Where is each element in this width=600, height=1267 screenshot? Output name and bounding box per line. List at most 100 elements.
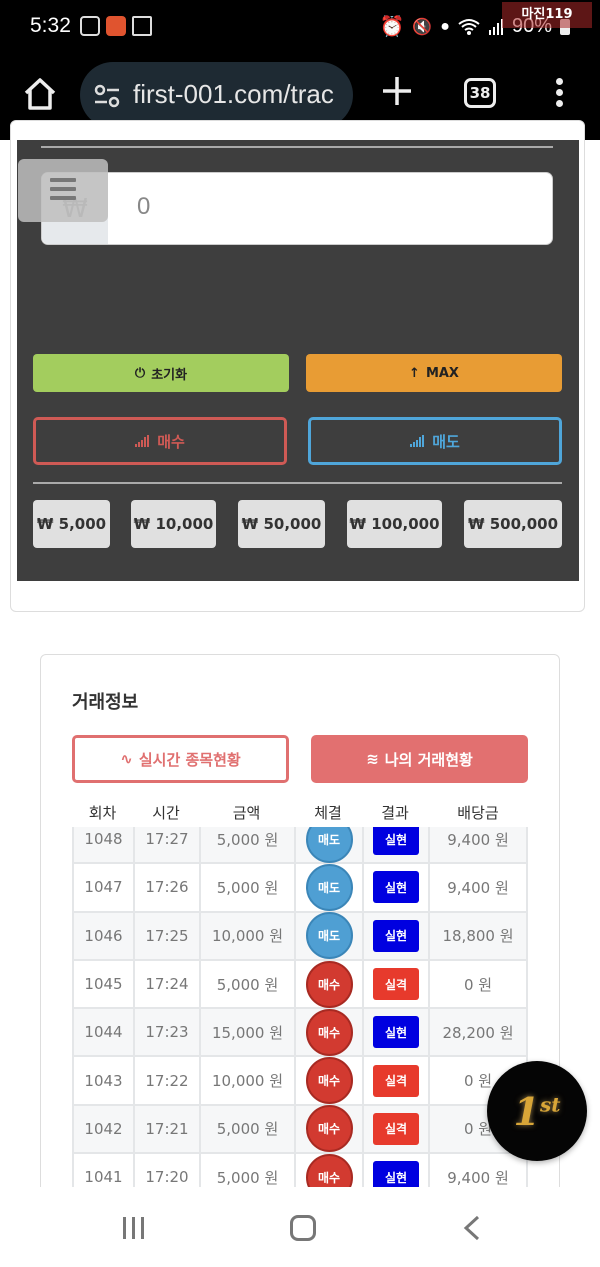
cell-result: 실현 bbox=[362, 1009, 428, 1056]
amount-input[interactable]: ₩ 0 bbox=[41, 172, 553, 245]
cell-time: 17:25 bbox=[133, 912, 199, 959]
signal-bars-icon bbox=[410, 435, 425, 447]
deeat-app-icon bbox=[106, 16, 126, 36]
cell-time: 17:23 bbox=[133, 1009, 199, 1056]
side-badge: 매수 bbox=[305, 1008, 353, 1056]
pulse-icon: ∿ bbox=[120, 750, 133, 768]
cell-round: 1048 bbox=[72, 827, 133, 863]
tab-realtime-status[interactable]: ∿ 실시간 종목현황 bbox=[72, 735, 289, 783]
result-badge: 실현 bbox=[373, 1016, 419, 1049]
notification-icons bbox=[80, 16, 152, 36]
location-icon: ● bbox=[440, 17, 450, 35]
mute-icon: 🔇 bbox=[412, 18, 433, 36]
result-badge: 실현 bbox=[373, 1161, 419, 1187]
brand-logo: 1st bbox=[513, 1088, 561, 1134]
cell-round: 1041 bbox=[72, 1154, 133, 1187]
system-nav-bar bbox=[0, 1187, 600, 1267]
url-text[interactable]: first-001.com/trac bbox=[133, 79, 345, 110]
cell-result: 실현 bbox=[362, 912, 428, 959]
cell-side: 매수 bbox=[294, 1008, 362, 1056]
phone-screen: 5:32 ⏰ 🔇 ● 90% 마진119 first-001.com/trac … bbox=[0, 0, 600, 1267]
side-badge: 매도 bbox=[305, 827, 353, 863]
back-icon[interactable] bbox=[462, 1215, 482, 1241]
home-nav-icon[interactable] bbox=[290, 1215, 316, 1241]
address-bar[interactable]: first-001.com/trac bbox=[80, 62, 353, 128]
quick-amount-50000[interactable]: ₩ 50,000 bbox=[238, 500, 325, 548]
cell-result: 실격 bbox=[362, 1057, 428, 1104]
cell-round: 1047 bbox=[72, 864, 133, 911]
table-row: 1041 17:20 5,000 원 매수 실현 9,400 원 bbox=[72, 1153, 528, 1187]
cell-amount: 5,000 원 bbox=[199, 1154, 294, 1187]
cell-amount: 10,000 원 bbox=[199, 1057, 294, 1104]
column-header-time: 시간 bbox=[152, 804, 180, 822]
result-badge: 실격 bbox=[373, 968, 419, 1001]
cell-payout: 9,400 원 bbox=[428, 864, 528, 911]
column-header-payout: 배당금 bbox=[457, 804, 499, 822]
result-badge: 실현 bbox=[373, 871, 419, 904]
tab-my-trades[interactable]: ≋ 나의 거래현황 bbox=[311, 735, 528, 783]
max-button[interactable]: ↑ MAX bbox=[306, 354, 562, 392]
cell-round: 1046 bbox=[72, 912, 133, 959]
cell-result: 실현 bbox=[362, 1154, 428, 1187]
cell-time: 17:20 bbox=[133, 1154, 199, 1187]
cell-time: 17:27 bbox=[133, 827, 199, 863]
hamburger-menu-button[interactable] bbox=[18, 159, 108, 222]
waves-icon: ≋ bbox=[366, 750, 379, 768]
sell-label: 매도 bbox=[432, 432, 460, 451]
cell-side: 매수 bbox=[294, 1057, 362, 1105]
cell-time: 17:24 bbox=[133, 960, 199, 1008]
cell-side: 매도 bbox=[294, 863, 362, 911]
table-header: 회차 시간 금액 체결 결과 배당금 bbox=[72, 802, 528, 826]
cell-payout: 9,400 원 bbox=[428, 1154, 528, 1187]
new-tab-icon[interactable] bbox=[380, 74, 414, 108]
table-row: 1046 17:25 10,000 원 매도 실현 18,800 원 bbox=[72, 912, 528, 961]
cell-result: 실현 bbox=[362, 864, 428, 911]
cell-time: 17:22 bbox=[133, 1057, 199, 1104]
brand-floating-button[interactable]: 1st bbox=[487, 1061, 587, 1161]
quick-amount-100000[interactable]: ₩ 100,000 bbox=[347, 500, 442, 548]
sell-button[interactable]: 매도 bbox=[308, 417, 562, 465]
quick-amount-10000[interactable]: ₩ 10,000 bbox=[131, 500, 216, 548]
cell-amount: 5,000 원 bbox=[199, 864, 294, 911]
trade-table-scroll[interactable]: 1048 17:27 5,000 원 매도 실현 9,400 원 1047 17:26 5,00… bbox=[72, 827, 528, 1187]
more-menu-icon[interactable] bbox=[552, 78, 566, 110]
wifi-icon bbox=[458, 18, 480, 35]
side-badge: 매수 bbox=[305, 1105, 353, 1153]
power-icon: ⏻ bbox=[134, 365, 146, 381]
quick-amount-5000[interactable]: ₩ 5,000 bbox=[33, 500, 110, 548]
trade-table-body: 1048 17:27 5,000 원 매도 실현 9,400 원 1047 17:26 5,00… bbox=[72, 827, 528, 1187]
cell-payout: 18,800 원 bbox=[428, 912, 528, 959]
buy-button[interactable]: 매수 bbox=[33, 417, 287, 465]
cell-side: 매수 bbox=[294, 960, 362, 1008]
column-header-amount: 금액 bbox=[232, 804, 261, 822]
side-badge: 매수 bbox=[305, 1057, 353, 1105]
vpn-notification-icon bbox=[132, 16, 152, 36]
max-label: MAX bbox=[425, 365, 459, 381]
watermark-logo: 마진119 bbox=[502, 2, 592, 28]
amount-value[interactable]: 0 bbox=[137, 193, 150, 221]
result-badge: 실현 bbox=[373, 827, 419, 856]
quick-amount-chips: ₩ 5,000 ₩ 10,000 ₩ 50,000 ₩ 100,000 ₩ 50… bbox=[33, 500, 562, 548]
table-row: 1042 17:21 5,000 원 매수 실격 0 원 bbox=[72, 1105, 528, 1155]
cell-round: 1045 bbox=[72, 960, 133, 1008]
quick-amount-500000[interactable]: ₩ 500,000 bbox=[464, 500, 562, 548]
reset-button[interactable]: ⏻ 초기화 bbox=[33, 354, 289, 392]
cell-round: 1042 bbox=[72, 1105, 133, 1153]
home-icon[interactable] bbox=[22, 76, 58, 112]
side-badge: 매수 bbox=[305, 1153, 353, 1187]
tab-switcher-button[interactable]: 38 bbox=[464, 78, 496, 108]
cell-result: 실현 bbox=[362, 827, 428, 863]
result-badge: 실격 bbox=[373, 1064, 419, 1097]
cell-side: 매도 bbox=[294, 912, 362, 960]
result-badge: 실현 bbox=[373, 919, 419, 952]
cell-payout: 28,200 원 bbox=[428, 1009, 528, 1056]
app-notification-icon bbox=[80, 16, 100, 36]
table-row: 1044 17:23 15,000 원 매수 실현 28,200 원 bbox=[72, 1008, 528, 1058]
cell-side: 매도 bbox=[294, 827, 362, 863]
cell-amount: 10,000 원 bbox=[199, 912, 294, 959]
signal-bars-icon bbox=[135, 435, 150, 447]
cell-amount: 5,000 원 bbox=[199, 1105, 294, 1153]
site-settings-icon[interactable] bbox=[94, 84, 120, 108]
cell-payout: 0 원 bbox=[428, 960, 528, 1008]
recent-apps-icon[interactable] bbox=[123, 1217, 147, 1239]
